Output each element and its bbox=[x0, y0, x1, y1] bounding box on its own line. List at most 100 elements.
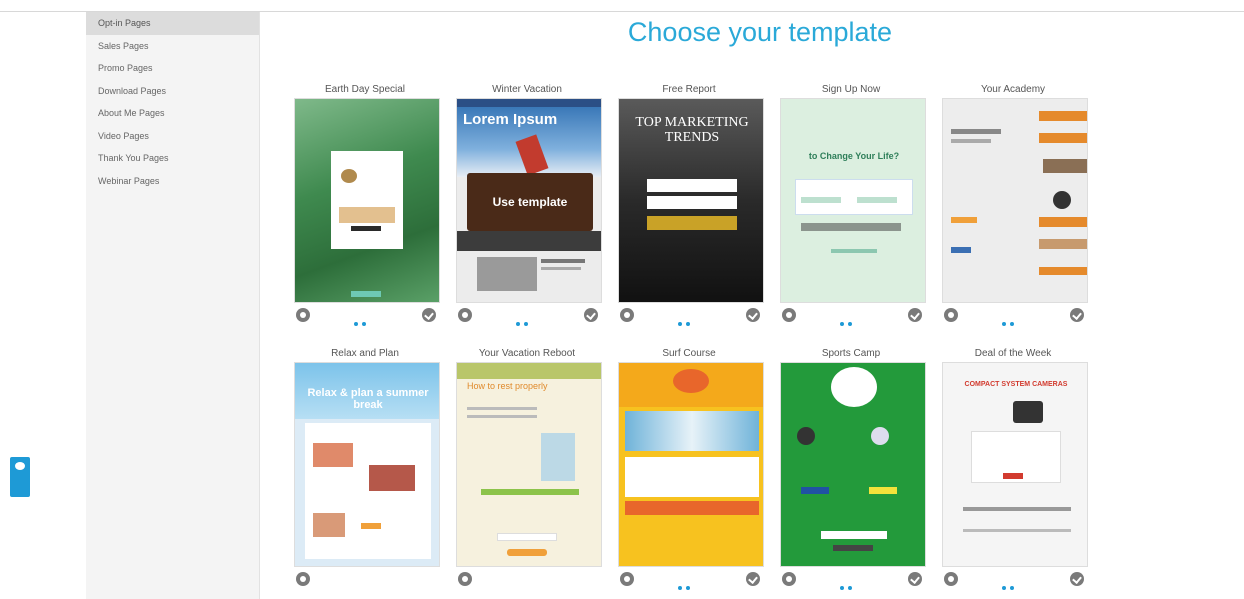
select-check-icon[interactable] bbox=[1070, 572, 1084, 586]
preview-eye-icon[interactable] bbox=[944, 308, 958, 322]
template-card-deal-of-the-week[interactable]: Deal of the Week COMPACT SYSTEM CAMERAS bbox=[938, 346, 1088, 591]
template-card-winter-vacation[interactable]: Winter Vacation Lorem Ipsum Use template bbox=[452, 82, 602, 327]
preview-eye-icon[interactable] bbox=[944, 572, 958, 586]
template-thumbnail[interactable]: to Change Your Life? bbox=[780, 98, 926, 303]
template-thumbnail[interactable] bbox=[618, 362, 764, 567]
pagination-dots[interactable] bbox=[1002, 577, 1022, 590]
template-controls bbox=[614, 303, 764, 327]
thumb-book bbox=[1039, 111, 1087, 121]
template-thumbnail[interactable] bbox=[294, 98, 440, 303]
page-title: Choose your template bbox=[627, 17, 893, 47]
template-name: Earth Day Special bbox=[324, 84, 406, 95]
category-sidebar: Opt-in Pages Sales Pages Promo Pages Dow… bbox=[86, 12, 260, 599]
thumb-ball bbox=[871, 427, 889, 445]
template-name: Your Academy bbox=[980, 84, 1046, 95]
template-controls bbox=[938, 303, 1088, 327]
sidebar-item-sales[interactable]: Sales Pages bbox=[86, 35, 259, 58]
preview-eye-icon[interactable] bbox=[620, 572, 634, 586]
preview-eye-icon[interactable] bbox=[620, 308, 634, 322]
preview-eye-icon[interactable] bbox=[458, 572, 472, 586]
template-thumbnail[interactable]: Relax & plan a summer break bbox=[294, 362, 440, 567]
thumb-social-icons bbox=[951, 247, 971, 253]
thumb-logo bbox=[831, 367, 877, 407]
sidebar-item-webinar[interactable]: Webinar Pages bbox=[86, 170, 259, 193]
thumb-text-line bbox=[467, 407, 537, 410]
template-card-surf-course[interactable]: Surf Course bbox=[614, 346, 764, 591]
sidebar-item-download[interactable]: Download Pages bbox=[86, 80, 259, 103]
thumb-photo bbox=[313, 443, 353, 467]
pagination-dots[interactable] bbox=[678, 577, 698, 590]
thumb-book bbox=[1039, 133, 1087, 143]
select-check-icon[interactable] bbox=[1070, 308, 1084, 322]
preview-eye-icon[interactable] bbox=[296, 308, 310, 322]
template-controls bbox=[290, 567, 440, 591]
select-check-icon[interactable] bbox=[746, 572, 760, 586]
template-card-sign-up-now[interactable]: Sign Up Now to Change Your Life? bbox=[776, 82, 926, 327]
thumb-input bbox=[801, 197, 841, 203]
thumb-headline: to Change Your Life? bbox=[808, 151, 900, 161]
preview-eye-icon[interactable] bbox=[296, 572, 310, 586]
chat-bubble-icon bbox=[15, 462, 25, 470]
sidebar-item-promo[interactable]: Promo Pages bbox=[86, 57, 259, 80]
thumb-input bbox=[647, 196, 737, 209]
thumb-book bbox=[1039, 217, 1087, 227]
thumb-progress-bar bbox=[481, 489, 579, 495]
thumb-ball bbox=[797, 427, 815, 445]
thumb-photo bbox=[477, 257, 537, 291]
template-thumbnail[interactable]: Lorem Ipsum Use template bbox=[456, 98, 602, 303]
pagination-dots[interactable] bbox=[1002, 313, 1022, 326]
sidebar-item-opt-in[interactable]: Opt-in Pages bbox=[86, 12, 259, 35]
thumb-text-line bbox=[467, 415, 537, 418]
thumb-input bbox=[821, 531, 887, 539]
template-card-free-report[interactable]: Free Report TOP MARKETING TRENDS bbox=[614, 82, 764, 327]
thumb-form-block bbox=[339, 207, 395, 223]
pagination-dots[interactable] bbox=[678, 313, 698, 326]
template-thumbnail[interactable]: How to rest properly bbox=[456, 362, 602, 567]
live-chat-tab[interactable] bbox=[10, 457, 30, 497]
thumb-headline: How to rest properly bbox=[467, 381, 548, 391]
select-check-icon[interactable] bbox=[422, 308, 436, 322]
template-thumbnail[interactable] bbox=[780, 362, 926, 567]
sidebar-item-about-me[interactable]: About Me Pages bbox=[86, 102, 259, 125]
pagination-dots[interactable] bbox=[840, 313, 860, 326]
thumb-footer-button bbox=[351, 291, 381, 297]
thumb-book bbox=[1039, 267, 1087, 275]
template-controls bbox=[452, 303, 602, 327]
template-name: Deal of the Week bbox=[974, 348, 1052, 359]
select-check-icon[interactable] bbox=[908, 572, 922, 586]
preview-eye-icon[interactable] bbox=[458, 308, 472, 322]
template-card-relax-and-plan[interactable]: Relax and Plan Relax & plan a summer bre… bbox=[290, 346, 440, 591]
thumb-apple bbox=[1053, 191, 1071, 209]
thumb-text-line bbox=[541, 267, 581, 270]
template-card-sports-camp[interactable]: Sports Camp bbox=[776, 346, 926, 591]
sidebar-item-thank-you[interactable]: Thank You Pages bbox=[86, 147, 259, 170]
pagination-dots[interactable] bbox=[516, 313, 536, 326]
select-check-icon[interactable] bbox=[584, 308, 598, 322]
preview-eye-icon[interactable] bbox=[782, 308, 796, 322]
template-card-earth-day[interactable]: Earth Day Special bbox=[290, 82, 440, 327]
main-content: Choose your template Earth Day Special W… bbox=[260, 12, 1244, 599]
template-thumbnail[interactable]: COMPACT SYSTEM CAMERAS bbox=[942, 362, 1088, 567]
template-card-your-vacation-reboot[interactable]: Your Vacation Reboot How to rest properl… bbox=[452, 346, 602, 591]
template-controls bbox=[938, 567, 1088, 591]
sidebar-item-video[interactable]: Video Pages bbox=[86, 125, 259, 148]
thumb-button bbox=[507, 549, 547, 556]
select-check-icon[interactable] bbox=[746, 308, 760, 322]
thumb-book bbox=[1043, 159, 1087, 173]
thumb-input bbox=[647, 179, 737, 192]
thumb-text-line bbox=[963, 529, 1071, 532]
thumb-book bbox=[1039, 239, 1087, 249]
template-controls bbox=[452, 567, 602, 591]
template-thumbnail[interactable] bbox=[942, 98, 1088, 303]
template-name: Your Vacation Reboot bbox=[478, 348, 576, 359]
thumb-header-bar bbox=[457, 99, 601, 107]
pagination-dots[interactable] bbox=[354, 313, 374, 326]
template-card-your-academy[interactable]: Your Academy bbox=[938, 82, 1088, 327]
thumb-button bbox=[801, 487, 829, 494]
template-thumbnail[interactable]: TOP MARKETING TRENDS bbox=[618, 98, 764, 303]
use-template-label[interactable]: Use template bbox=[467, 195, 593, 209]
pagination-dots[interactable] bbox=[840, 577, 860, 590]
select-check-icon[interactable] bbox=[908, 308, 922, 322]
preview-eye-icon[interactable] bbox=[782, 572, 796, 586]
template-name: Winter Vacation bbox=[492, 84, 562, 95]
